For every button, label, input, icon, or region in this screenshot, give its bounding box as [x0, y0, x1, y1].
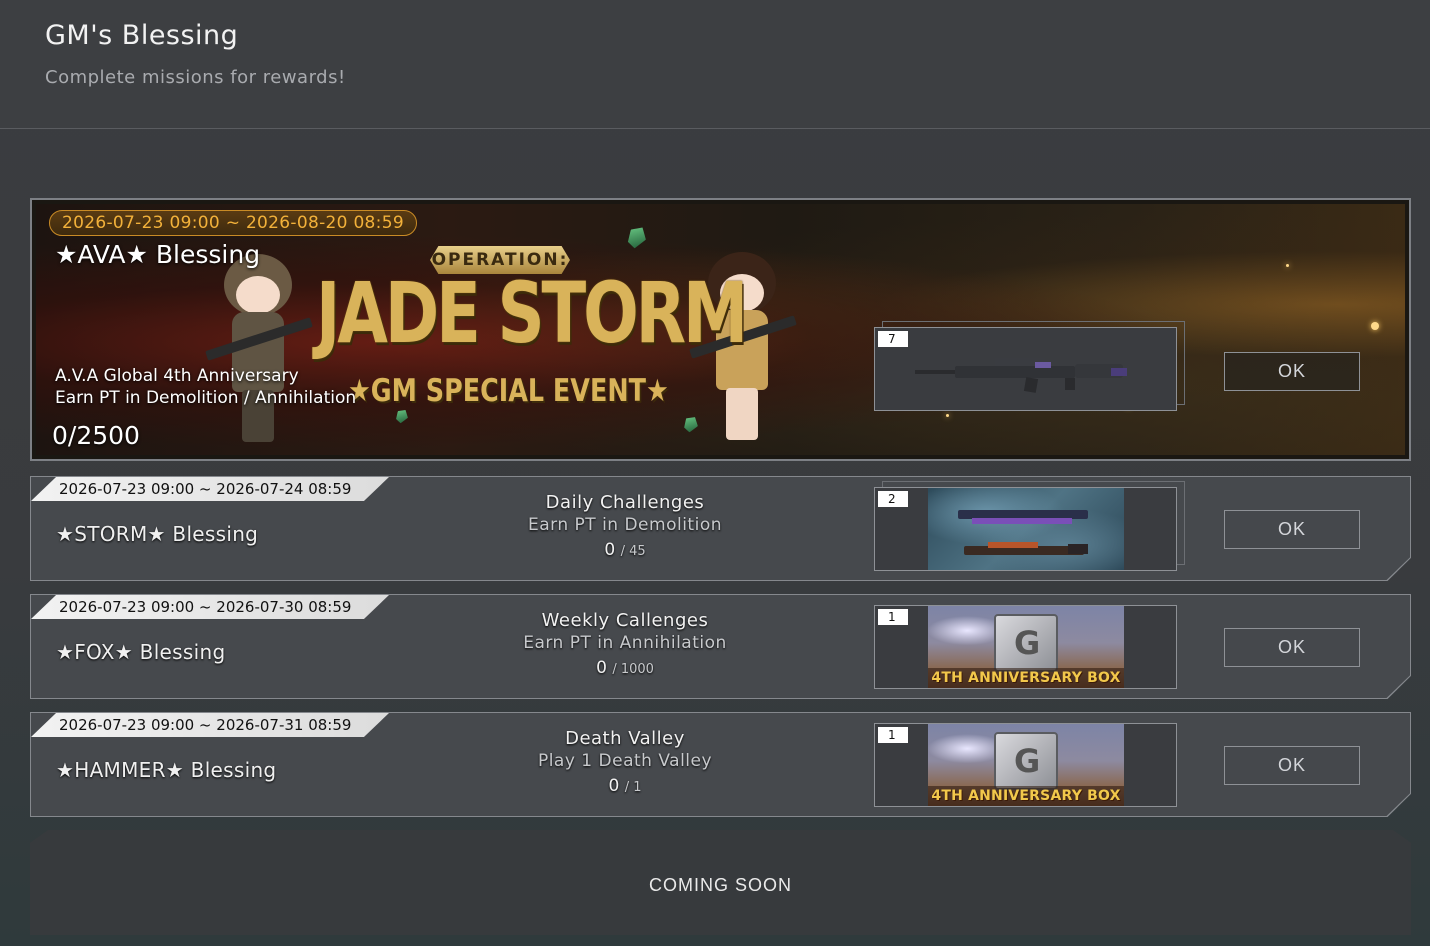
mission-title: ★STORM★ Blessing: [56, 522, 259, 546]
reward-quantity: 7: [878, 331, 908, 347]
mission-name: Weekly Callenges: [541, 610, 709, 631]
featured-date-range: 2026-07-23 09:00 ~ 2026-08-20 08:59: [49, 210, 417, 236]
mission-progress: 0 / 45: [604, 540, 646, 560]
rifle-icon: [915, 358, 1127, 393]
mission-card-storm: 2026-07-23 09:00 ~ 2026-07-24 08:59 ★STO…: [30, 476, 1411, 581]
mission-ok-button[interactable]: OK: [1224, 628, 1360, 667]
mission-details: Weekly Callenges Earn PT in Annihilation…: [460, 610, 790, 684]
featured-mission-description: A.V.A Global 4th Anniversary Earn PT in …: [55, 366, 357, 408]
reward-slot[interactable]: 7: [874, 327, 1177, 411]
mission-title: ★HAMMER★ Blessing: [56, 758, 277, 782]
reward-quantity: 1: [878, 609, 908, 625]
box-cube-icon: [994, 614, 1058, 672]
reward-quantity: 1: [878, 727, 908, 743]
mission-details: Daily Challenges Earn PT in Demolition 0…: [460, 492, 790, 566]
soldier-character-left: [205, 254, 313, 444]
banner-event-subtitle: ★GM SPECIAL EVENT★: [348, 373, 669, 409]
gem-decoration: [624, 223, 651, 251]
sparkle-decoration: [1371, 322, 1379, 330]
anniversary-box-icon: 4TH ANNIVERSARY BOX: [928, 606, 1124, 688]
mission-date-range: 2026-07-23 09:00 ~ 2026-07-24 08:59: [31, 477, 389, 501]
gem-decoration: [393, 407, 410, 425]
mission-name: Daily Challenges: [545, 492, 705, 513]
reward-slot[interactable]: 2: [874, 487, 1177, 571]
reward-slot[interactable]: 1 4TH ANNIVERSARY BOX: [874, 605, 1177, 689]
banner-event-title: JADE STORM: [316, 264, 748, 362]
mission-progress: 0 / 1: [608, 776, 642, 796]
mission-date-range: 2026-07-23 09:00 ~ 2026-07-30 08:59: [31, 595, 389, 619]
mission-title: ★FOX★ Blessing: [56, 640, 226, 664]
mission-progress: 0 / 1000: [596, 658, 654, 678]
mission-name: Death Valley: [565, 728, 685, 749]
coming-soon-label: COMING SOON: [648, 875, 792, 895]
mission-details: Death Valley Play 1 Death Valley 0 / 1: [460, 728, 790, 802]
featured-mission-title: ★AVA★ Blessing: [55, 240, 261, 269]
sparkle-decoration: [946, 414, 949, 417]
weapon-skin-icon: [928, 488, 1124, 570]
mission-card-fox: 2026-07-23 09:00 ~ 2026-07-30 08:59 ★FOX…: [30, 594, 1411, 699]
page-title: GM's Blessing: [45, 20, 239, 51]
coming-soon-panel: COMING SOON: [30, 830, 1411, 935]
reward-slot[interactable]: 1 4TH ANNIVERSARY BOX: [874, 723, 1177, 807]
reward-label: 4TH ANNIVERSARY BOX: [928, 668, 1124, 688]
page-header: GM's Blessing Complete missions for rewa…: [0, 0, 1430, 129]
featured-progress: 0/2500: [52, 421, 140, 450]
mission-description: Earn PT in Demolition: [528, 515, 722, 535]
anniversary-box-icon: 4TH ANNIVERSARY BOX: [928, 724, 1124, 806]
mission-date-range: 2026-07-23 09:00 ~ 2026-07-31 08:59: [31, 713, 389, 737]
featured-ok-button[interactable]: OK: [1224, 352, 1360, 391]
page-subtitle: Complete missions for rewards!: [45, 67, 346, 88]
sparkle-decoration: [1286, 264, 1289, 267]
mission-ok-button[interactable]: OK: [1224, 510, 1360, 549]
box-cube-icon: [994, 732, 1058, 790]
mission-ok-button[interactable]: OK: [1224, 746, 1360, 785]
mission-description: Play 1 Death Valley: [537, 751, 713, 771]
reward-label: 4TH ANNIVERSARY BOX: [928, 786, 1124, 806]
reward-quantity: 2: [878, 491, 908, 507]
mission-card-hammer: 2026-07-23 09:00 ~ 2026-07-31 08:59 ★HAM…: [30, 712, 1411, 817]
mission-description: Earn PT in Annihilation: [523, 633, 727, 653]
